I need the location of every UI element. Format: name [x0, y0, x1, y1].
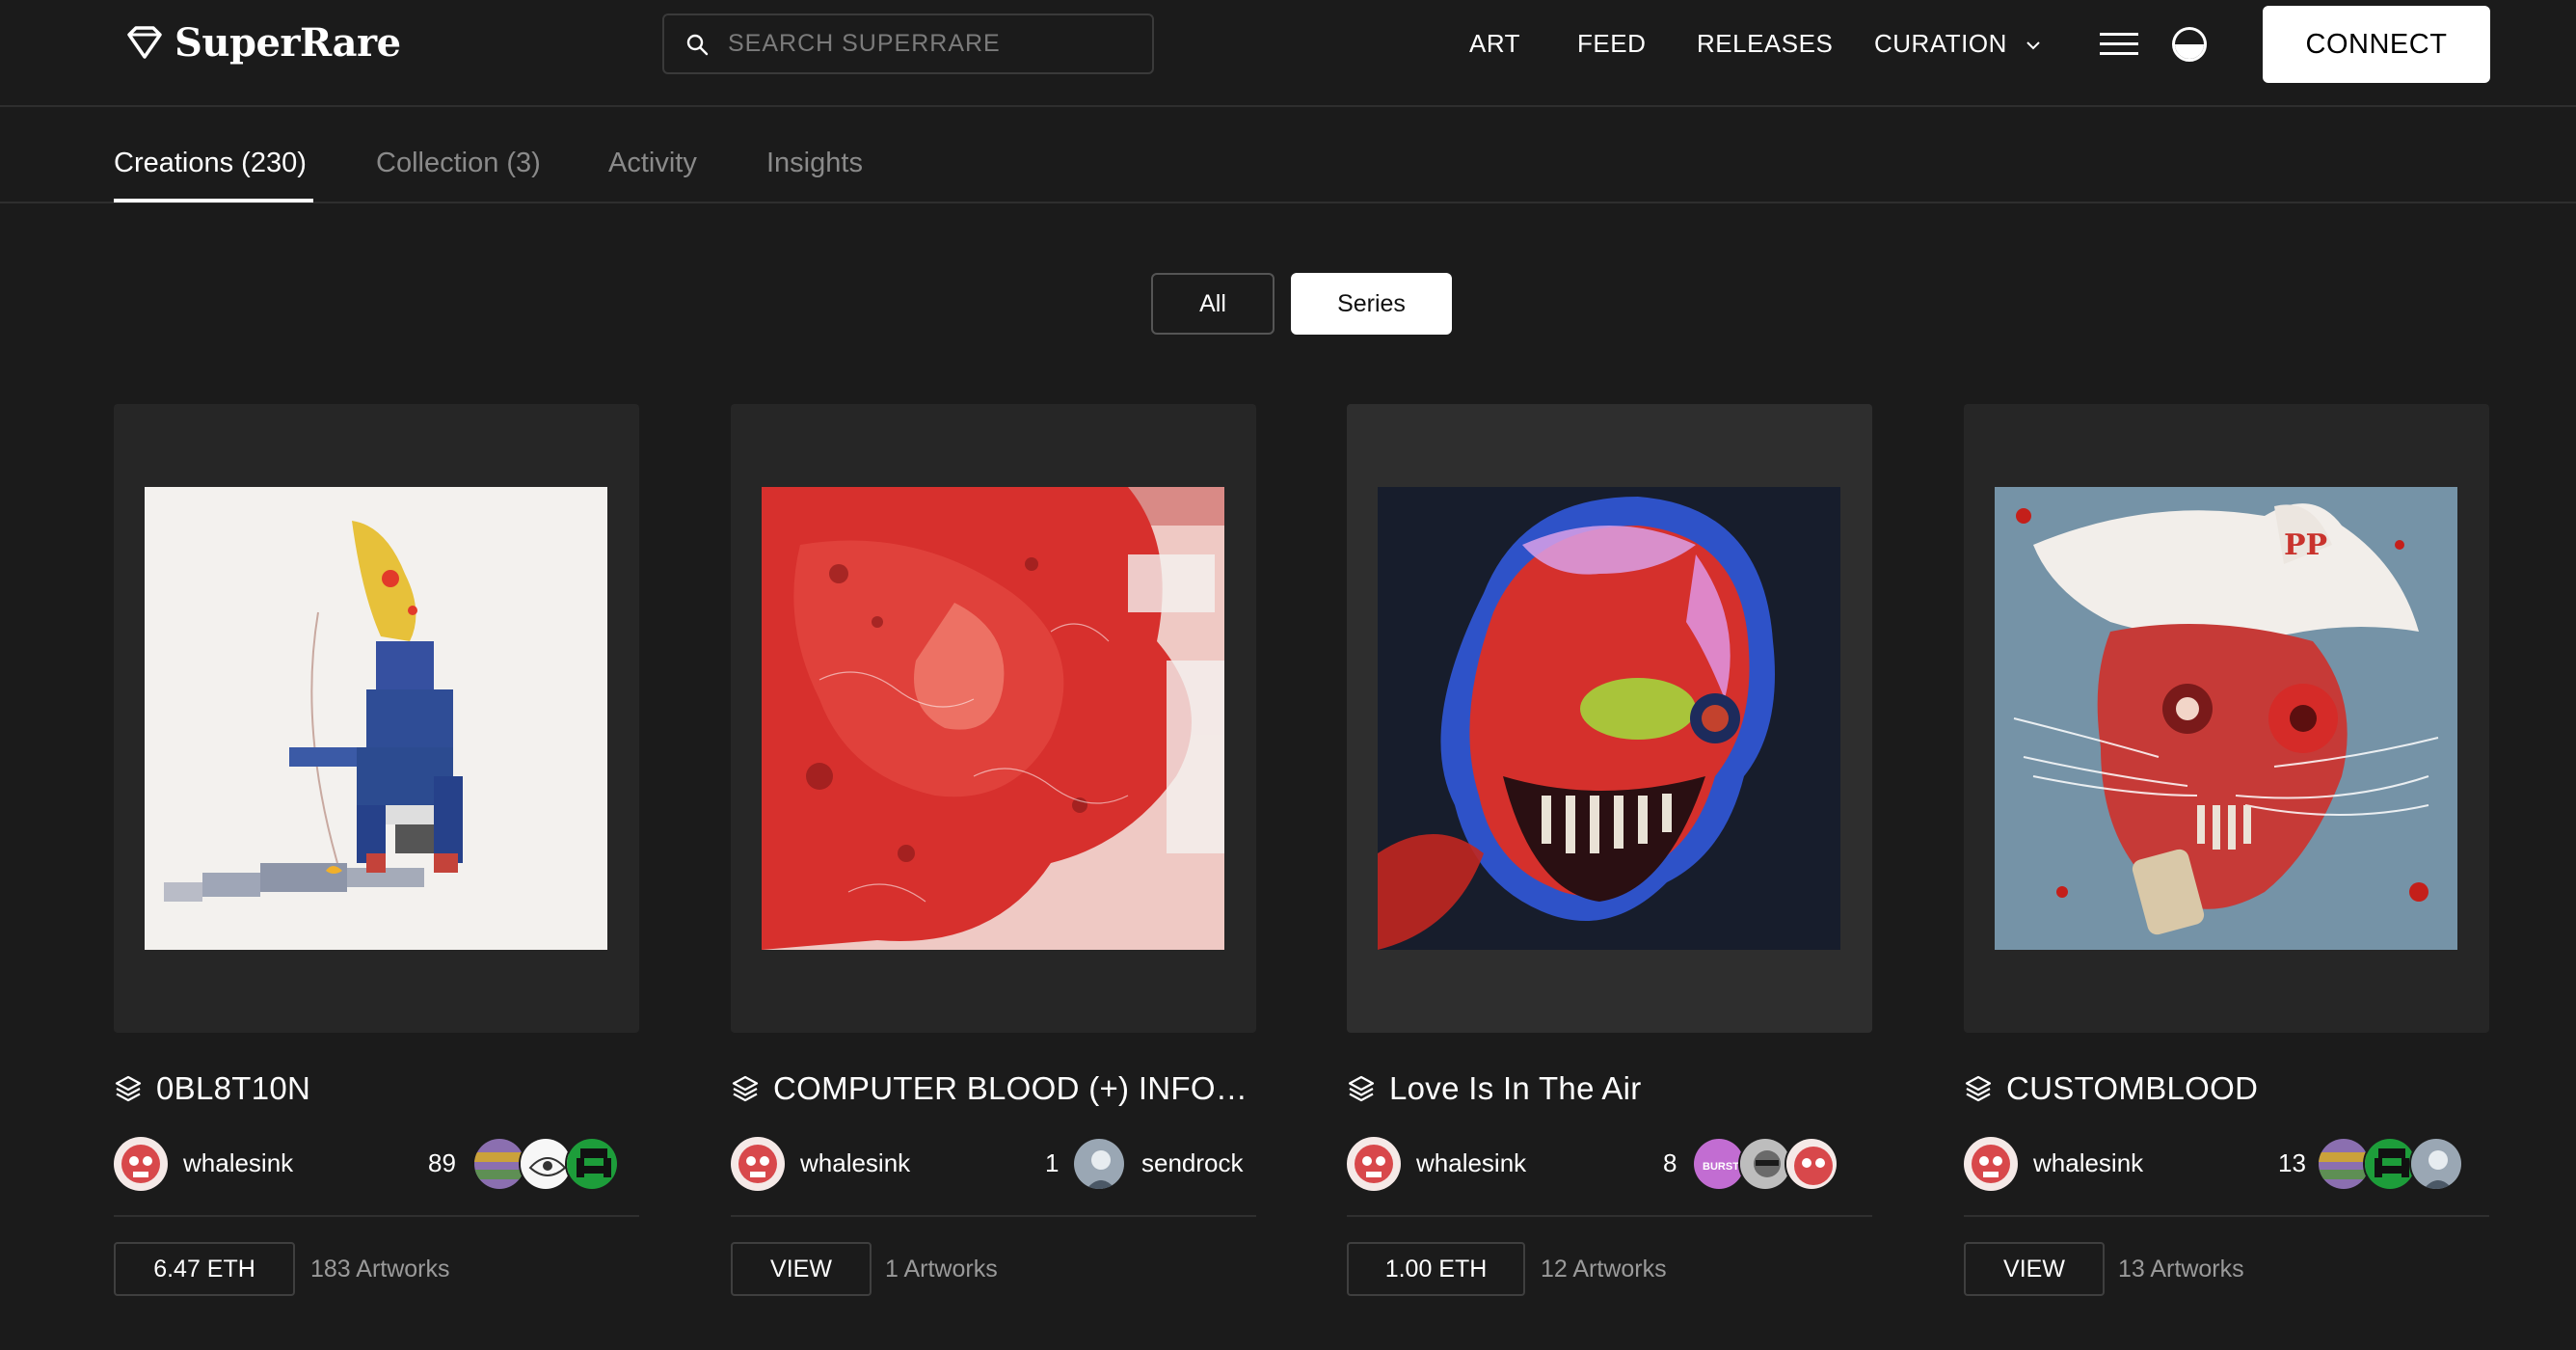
artworks-count: 183 Artworks: [310, 1256, 450, 1282]
card-artwork-frame[interactable]: PP: [1964, 404, 2489, 1033]
view-button[interactable]: VIEW: [731, 1242, 872, 1296]
card-divider: [114, 1215, 639, 1217]
creator-name[interactable]: whalesink: [2033, 1148, 2143, 1178]
card-footer: VIEW 13 Artworks: [1964, 1242, 2489, 1296]
layers-icon: [732, 1075, 759, 1102]
card-footer: 1.00 ETH 12 Artworks: [1347, 1242, 1872, 1296]
card-artwork-frame[interactable]: [1347, 404, 1872, 1033]
nav-feed[interactable]: FEED: [1577, 27, 1646, 60]
artworks-count: 12 Artworks: [1541, 1256, 1667, 1282]
card-artwork-frame[interactable]: [731, 404, 1256, 1033]
card-footer: 6.47 ETH 183 Artworks: [114, 1242, 639, 1296]
card-title-text: CUSTOMBLOOD: [2006, 1070, 2259, 1106]
layers-icon: [1348, 1075, 1375, 1102]
artworks-count: 13 Artworks: [2118, 1256, 2244, 1282]
connect-button[interactable]: CONNECT: [2263, 6, 2490, 83]
card-title-text: Love Is In The Air: [1389, 1070, 1642, 1106]
profile-tabs: Creations (230) Collection (3) Activity …: [0, 107, 2576, 203]
price-button[interactable]: 1.00 ETH: [1347, 1242, 1525, 1296]
nav-curation[interactable]: CURATION: [1874, 27, 2042, 60]
tab-insights[interactable]: Insights: [766, 146, 863, 180]
creator-avatar[interactable]: [731, 1137, 785, 1191]
nav-curation-label: CURATION: [1874, 29, 2007, 58]
artwork-image: [1378, 487, 1840, 950]
artworks-count: 1 Artworks: [885, 1256, 998, 1282]
card-divider: [1964, 1215, 2489, 1217]
owner-avatar[interactable]: [1072, 1137, 1126, 1191]
logo-text: SuperRare: [174, 19, 401, 66]
nav-art[interactable]: ART: [1469, 27, 1520, 60]
search-input[interactable]: [728, 30, 1133, 58]
superrare-logo[interactable]: SuperRare: [126, 19, 401, 66]
artwork-image: PP: [1995, 487, 2457, 950]
layers-icon: [115, 1075, 142, 1102]
chevron-down-icon: [2026, 41, 2040, 50]
owner-name[interactable]: sendrock: [1141, 1148, 1244, 1178]
owner-avatar[interactable]: [565, 1137, 619, 1191]
view-button[interactable]: VIEW: [1964, 1242, 2105, 1296]
layers-icon: [1965, 1075, 1992, 1102]
tab-collection[interactable]: Collection (3): [376, 146, 541, 180]
owner-count: 8: [1663, 1148, 1677, 1177]
search-icon: [686, 34, 709, 55]
creator-name[interactable]: whalesink: [1416, 1148, 1526, 1178]
theme-toggle-icon[interactable]: [2172, 27, 2207, 62]
card-title-text: COMPUTER BLOOD (+) INFOG...: [773, 1070, 1255, 1106]
artwork-image: [762, 487, 1224, 950]
creator-avatar[interactable]: [1347, 1137, 1401, 1191]
menu-icon[interactable]: [2100, 33, 2138, 56]
tab-activity[interactable]: Activity: [608, 146, 697, 180]
card-meta: whalesink 89: [114, 1137, 639, 1191]
card-title[interactable]: Love Is In The Air: [1347, 1067, 1872, 1110]
svg-text:PP: PP: [2284, 528, 2327, 562]
series-card[interactable]: COMPUTER BLOOD (+) INFOG... whalesink 1 …: [731, 404, 1256, 1340]
card-divider: [731, 1215, 1256, 1217]
card-footer: VIEW 1 Artworks: [731, 1242, 1256, 1296]
series-card[interactable]: Love Is In The Air whalesink 8 BURST 1.0…: [1347, 404, 1872, 1340]
card-artwork-frame[interactable]: [114, 404, 639, 1033]
owner-avatar[interactable]: [1784, 1137, 1838, 1191]
creator-name[interactable]: whalesink: [183, 1148, 293, 1178]
card-divider: [1347, 1215, 1872, 1217]
creator-name[interactable]: whalesink: [800, 1148, 910, 1178]
owner-count: 89: [428, 1148, 456, 1177]
creator-avatar[interactable]: [1964, 1137, 2018, 1191]
filter-all-button[interactable]: All: [1151, 273, 1275, 335]
diamond-logo-icon: [127, 26, 162, 59]
series-card[interactable]: PP CUSTOMBLOOD whalesink 13 VIEW 13 Artw…: [1964, 404, 2489, 1340]
card-meta: whalesink 1 sendrock: [731, 1137, 1256, 1191]
owner-avatar[interactable]: [2409, 1137, 2463, 1191]
card-title-text: 0BL8T10N: [156, 1070, 311, 1106]
tab-creations[interactable]: Creations (230): [114, 146, 307, 180]
top-nav: SuperRare ART FEED RELEASES CURATION CON…: [0, 0, 2576, 107]
burst-badge-text: BURST: [1703, 1161, 1739, 1173]
card-meta: whalesink 13: [1964, 1137, 2489, 1191]
creator-avatar[interactable]: [114, 1137, 168, 1191]
price-button[interactable]: 6.47 ETH: [114, 1242, 295, 1296]
owner-count: 13: [2278, 1148, 2306, 1177]
owner-count: 1: [1045, 1148, 1060, 1177]
series-card[interactable]: 0BL8T10N whalesink 89 6.47 ETH 183 Artwo…: [114, 404, 639, 1340]
artwork-image: [145, 487, 607, 950]
card-title[interactable]: CUSTOMBLOOD: [1964, 1067, 2489, 1110]
nav-releases[interactable]: RELEASES: [1697, 27, 1833, 60]
filter-series-button[interactable]: Series: [1291, 273, 1452, 335]
active-tab-indicator: [114, 199, 313, 202]
search-bar[interactable]: [662, 14, 1154, 74]
card-title[interactable]: 0BL8T10N: [114, 1067, 639, 1110]
card-title[interactable]: COMPUTER BLOOD (+) INFOG...: [731, 1067, 1256, 1110]
card-meta: whalesink 8 BURST: [1347, 1137, 1872, 1191]
